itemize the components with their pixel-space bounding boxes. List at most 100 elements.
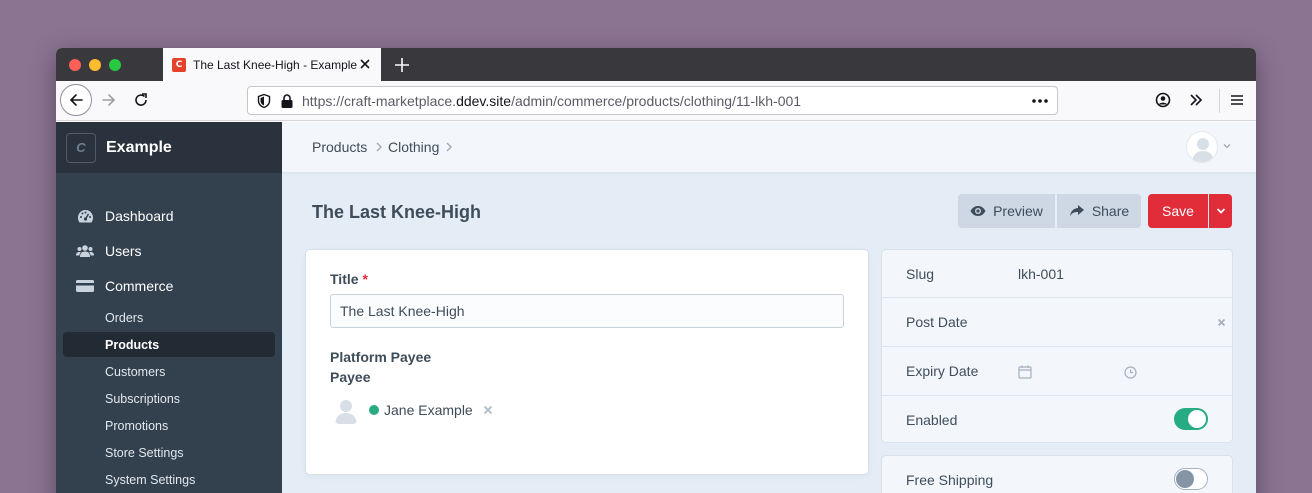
toggle-knob [1176,470,1194,488]
forward-button[interactable] [98,89,120,111]
enabled-label: Enabled [906,412,958,428]
account-button[interactable] [1154,91,1172,109]
sidebar: C Example Dashboard Users Commerce Order… [56,122,282,493]
users-icon [76,242,94,260]
share-label: Share [1091,203,1130,219]
new-tab-plus-icon[interactable] [393,56,411,74]
share-arrow-icon [1069,203,1085,219]
content-pane: Title * The Last Knee-High Platform Payee… [306,250,868,474]
arrow-right-icon [102,94,116,106]
sidebar-subitem-products[interactable]: Products [63,332,275,357]
craft-favicon-icon: C [172,57,186,72]
craft-cp: C Example Dashboard Users Commerce Order… [56,122,1256,493]
sidebar-item-label: Users [105,243,142,259]
browser-tab[interactable]: C The Last Knee-High - Example [163,48,381,81]
site-header: C Example [56,122,282,173]
tab-title: The Last Knee-High - Example [193,57,357,72]
expiry-date-label: Expiry Date [906,363,979,379]
back-button[interactable] [60,84,92,116]
account-icon [1155,92,1171,108]
calendar-icon[interactable] [1018,365,1032,379]
sidebar-subitem-store-settings[interactable]: Store Settings [63,440,275,465]
credit-card-icon [76,277,94,295]
site-name[interactable]: Example [106,139,172,157]
payee-label: Payee [330,369,371,385]
address-bar[interactable]: https://craft-marketplace.ddev.site/admi… [247,86,1058,115]
save-menu-button[interactable] [1209,194,1232,228]
enabled-toggle[interactable] [1174,408,1208,430]
free-shipping-toggle[interactable] [1174,468,1208,490]
share-button[interactable]: Share [1057,194,1141,228]
lock-icon[interactable] [280,93,294,109]
chevron-down-icon [1216,208,1225,214]
double-chevron-right-icon [1190,94,1203,106]
overflow-button[interactable] [1187,91,1205,109]
slug-label: Slug [906,266,935,282]
preview-button[interactable]: Preview [958,194,1055,228]
platform-payee-label: Platform Payee [330,349,432,365]
slug-row: Slug lkh-001 [882,250,1232,298]
main-content: Products Clothing The Last Knee-High Pre… [282,122,1256,493]
title-field-label: Title * [330,271,368,287]
arrow-left-icon [69,94,83,106]
preview-label: Preview [993,203,1043,219]
save-button[interactable]: Save [1148,194,1208,228]
chevron-right-icon [376,142,382,152]
reload-button[interactable] [130,89,152,111]
slug-input[interactable]: lkh-001 [1018,266,1064,282]
close-icon[interactable] [357,56,373,72]
clear-x-icon[interactable] [1217,318,1226,327]
tab-strip: C The Last Knee-High - Example [56,48,1256,81]
sidebar-subitem-system-settings[interactable]: System Settings [63,467,275,492]
eye-icon [970,203,986,219]
browser-window: C The Last Knee-High - Example https://c… [56,48,1256,493]
required-indicator: * [362,271,368,287]
breadcrumb-products[interactable]: Products [312,139,367,155]
close-window-button[interactable] [69,59,81,71]
title-label-text: Title [330,271,359,287]
url-prefix: https://craft-marketplace. [302,92,457,109]
user-avatar-icon [1192,138,1214,162]
chevron-down-icon[interactable] [1222,141,1232,151]
payee-avatar-icon [330,394,362,426]
sidebar-item-dashboard[interactable]: Dashboard [76,205,174,227]
toggle-knob [1188,410,1206,428]
expiry-date-row: Expiry Date [882,347,1232,396]
more-dots-icon[interactable] [1031,93,1049,109]
title-input[interactable]: The Last Knee-High [330,294,844,328]
sidebar-item-label: Dashboard [105,208,174,224]
sidebar-item-commerce[interactable]: Commerce [76,275,173,297]
shield-icon[interactable] [256,93,272,109]
hamburger-menu-icon [1231,95,1243,105]
site-logo-icon[interactable]: C [66,132,96,163]
url-text[interactable]: https://craft-marketplace.ddev.site/admi… [302,93,801,109]
gauge-icon [76,207,94,225]
payee-element[interactable]: Jane Example [330,394,494,426]
minimize-window-button[interactable] [89,59,101,71]
status-enabled-dot [369,405,379,415]
breadcrumb: Products Clothing [282,122,1256,173]
chevron-right-icon[interactable] [444,140,454,154]
menu-button[interactable] [1228,91,1246,109]
url-domain: ddev.site [456,92,512,109]
sidebar-item-label: Commerce [105,278,174,294]
page-title: The Last Knee-High [312,202,482,222]
breadcrumb-clothing[interactable]: Clothing [388,139,439,155]
free-shipping-label: Free Shipping [906,472,994,488]
url-path: /admin/commerce/products/clothing/11-lkh… [511,92,802,109]
post-date-label: Post Date [906,314,968,330]
user-avatar[interactable] [1186,131,1218,163]
sidebar-subitem-subscriptions[interactable]: Subscriptions [63,386,275,411]
toolbar-divider [1219,89,1220,113]
remove-x-icon[interactable] [482,404,494,416]
shipping-pane: Free Shipping [882,456,1232,493]
sidebar-item-users[interactable]: Users [76,240,142,262]
payee-name[interactable]: Jane Example [384,402,473,418]
sidebar-subitem-orders[interactable]: Orders [63,305,275,330]
meta-pane: Slug lkh-001 Post Date Expiry Date Enabl… [882,250,1232,442]
browser-toolbar: https://craft-marketplace.ddev.site/admi… [56,81,1256,121]
sidebar-subitem-promotions[interactable]: Promotions [63,413,275,438]
clock-icon[interactable] [1124,366,1137,379]
zoom-window-button[interactable] [109,59,121,71]
sidebar-subitem-customers[interactable]: Customers [63,359,275,384]
